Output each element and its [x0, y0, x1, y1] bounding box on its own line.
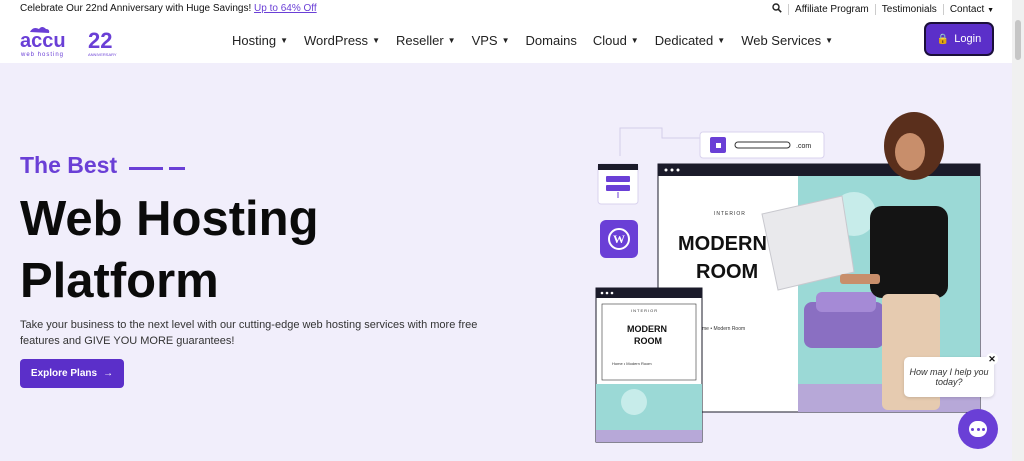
svg-text:accu: accu [20, 30, 66, 52]
caret-down-icon: ▼ [717, 36, 726, 45]
nav-web-services[interactable]: Web Services ▼ [741, 33, 833, 48]
svg-text:ANNIVERSARY: ANNIVERSARY [88, 52, 117, 57]
nav-cloud[interactable]: Cloud ▼ [593, 33, 639, 48]
caret-down-icon: ▼ [280, 36, 288, 45]
domain-suffix: .com [796, 143, 811, 150]
big-title-1: MODERN [678, 233, 767, 255]
chat-bubble-icon [969, 421, 987, 437]
promo-link[interactable]: Up to 64% Off [254, 3, 317, 14]
primary-nav: Hosting ▼ WordPress ▼ Reseller ▼ VPS ▼ Domai… [232, 33, 849, 48]
nav-vps[interactable]: VPS ▼ [472, 33, 510, 48]
chat-launcher-button[interactable] [958, 409, 998, 449]
accu-logo[interactable]: accu web hosting 22 ANNIVERSARY [20, 23, 120, 59]
caret-down-icon: ▼ [447, 36, 456, 45]
search-icon[interactable] [766, 3, 788, 16]
chevron-down-icon: ▼ [987, 7, 994, 14]
affiliate-program-link[interactable]: Affiliate Program [788, 4, 875, 15]
small-kicker: INTERIOR [631, 308, 658, 313]
nav-wordpress[interactable]: WordPress ▼ [304, 33, 380, 48]
arrow-right-icon: → [103, 368, 114, 379]
nav-hosting[interactable]: Hosting ▼ [232, 33, 288, 48]
decorative-dash [129, 167, 164, 170]
page-scrollbar[interactable] [1012, 0, 1024, 461]
caret-down-icon: ▼ [825, 36, 834, 45]
caret-down-icon: ▼ [501, 36, 510, 45]
nav-dedicated[interactable]: Dedicated ▼ [655, 33, 725, 48]
small-title-2: ROOM [634, 336, 662, 346]
svg-text:W: W [613, 232, 625, 246]
caret-down-icon: ▼ [372, 36, 380, 45]
hero-title: Web Hosting Platform [20, 192, 319, 308]
svg-text:web hosting: web hosting [20, 52, 64, 58]
big-title-2: ROOM [696, 261, 758, 283]
promo-text: Celebrate Our 22nd Anniversary with Huge… [20, 3, 317, 14]
close-icon[interactable]: ✕ [986, 353, 998, 365]
login-button[interactable]: 🔒 Login [926, 24, 992, 54]
contact-link[interactable]: Contact ▼ [942, 4, 1000, 15]
hero-description: Take your business to the next level wit… [20, 319, 478, 347]
hero-illustration: .com W INTERIOR MODERN ROOM me • Modern … [592, 96, 1012, 461]
main-navbar: accu web hosting 22 ANNIVERSARY Hosting ▼… [0, 17, 1012, 63]
lock-icon: 🔒 [936, 33, 950, 45]
explore-plans-button[interactable]: Explore Plans → [20, 359, 124, 388]
top-links: Affiliate Program Testimonials Contact ▼ [766, 3, 1000, 16]
big-breadcrumb: me • Modern Room [702, 326, 745, 332]
top-announcement-bar: Celebrate Our 22nd Anniversary with Huge… [0, 0, 1012, 18]
hero-subtitle: The Best [20, 152, 186, 179]
big-kicker: INTERIOR [714, 211, 746, 217]
nav-domains[interactable]: Domains [526, 33, 577, 48]
scrollbar-thumb[interactable] [1015, 20, 1021, 60]
small-title-1: MODERN [627, 324, 667, 334]
testimonials-link[interactable]: Testimonials [874, 4, 943, 15]
caret-down-icon: ▼ [630, 36, 639, 45]
chat-prompt-bubble[interactable]: How may I help you today? [904, 357, 994, 397]
nav-reseller[interactable]: Reseller ▼ [396, 33, 456, 48]
decorative-dash [169, 167, 186, 170]
svg-text:22: 22 [88, 28, 112, 53]
small-breadcrumb: Home • Modern Room [612, 361, 652, 366]
